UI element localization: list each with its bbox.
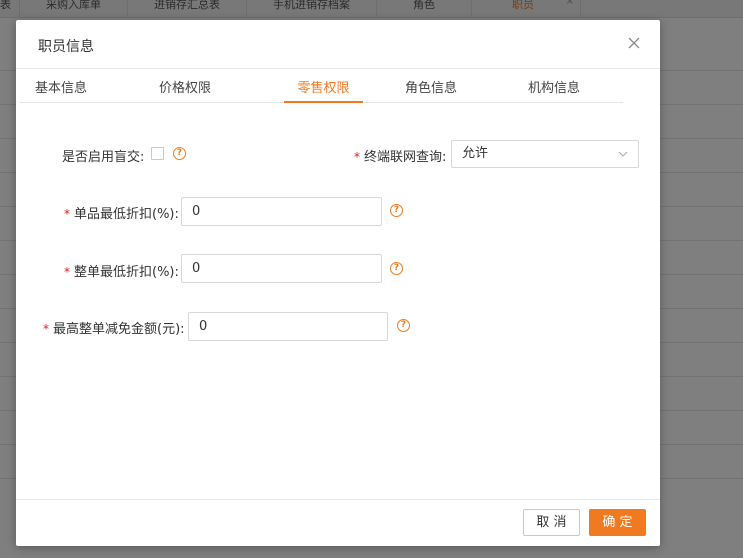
- tab-org-info[interactable]: 机构信息: [524, 77, 584, 103]
- order-min-discount-input[interactable]: 0: [181, 254, 382, 283]
- dialog-tabs: 基本信息 价格权限 零售权限 角色信息 机构信息: [20, 70, 623, 103]
- dialog-title: 职员信息: [38, 39, 94, 55]
- required-mark: *: [64, 265, 70, 279]
- cancel-button[interactable]: 取 消: [523, 509, 580, 536]
- terminal-query-label-text: 终端联网查询:: [364, 150, 447, 165]
- help-icon[interactable]: ?: [390, 204, 403, 217]
- help-icon[interactable]: ?: [390, 262, 403, 275]
- chevron-down-icon: [618, 151, 628, 157]
- required-mark: *: [354, 150, 360, 164]
- tab-role-info[interactable]: 角色信息: [401, 77, 461, 103]
- tab-retail-permission[interactable]: 零售权限: [284, 77, 363, 103]
- help-icon[interactable]: ?: [173, 147, 186, 160]
- dialog-footer: 取 消 确 定: [16, 499, 660, 546]
- terminal-query-select[interactable]: 允许: [451, 140, 639, 168]
- blind-trade-checkbox[interactable]: [151, 147, 164, 160]
- required-mark: *: [64, 207, 70, 221]
- max-order-waiver-label: * 最高整单减免金额(元):: [43, 318, 185, 337]
- close-icon[interactable]: [626, 35, 642, 51]
- terminal-query-value: 允许: [462, 146, 489, 161]
- confirm-button[interactable]: 确 定: [589, 509, 646, 536]
- single-min-discount-label-text: 单品最低折扣(%):: [74, 207, 179, 222]
- single-min-discount-input[interactable]: 0: [181, 197, 382, 226]
- order-min-discount-label-text: 整单最低折扣(%):: [74, 265, 179, 280]
- order-min-discount-label: * 整单最低折扣(%):: [64, 261, 179, 280]
- help-icon[interactable]: ?: [397, 319, 410, 332]
- tab-price-permission[interactable]: 价格权限: [155, 77, 215, 103]
- single-min-discount-label: * 单品最低折扣(%):: [64, 203, 179, 222]
- blind-trade-label: 是否启用盲交:: [62, 150, 145, 165]
- max-order-waiver-label-text: 最高整单减免金额(元):: [53, 322, 185, 337]
- terminal-query-label: * 终端联网查询:: [354, 146, 446, 165]
- tab-basic-info[interactable]: 基本信息: [31, 77, 91, 103]
- required-mark: *: [43, 322, 49, 336]
- dialog-header: 职员信息: [16, 20, 660, 69]
- max-order-waiver-input[interactable]: 0: [188, 312, 388, 341]
